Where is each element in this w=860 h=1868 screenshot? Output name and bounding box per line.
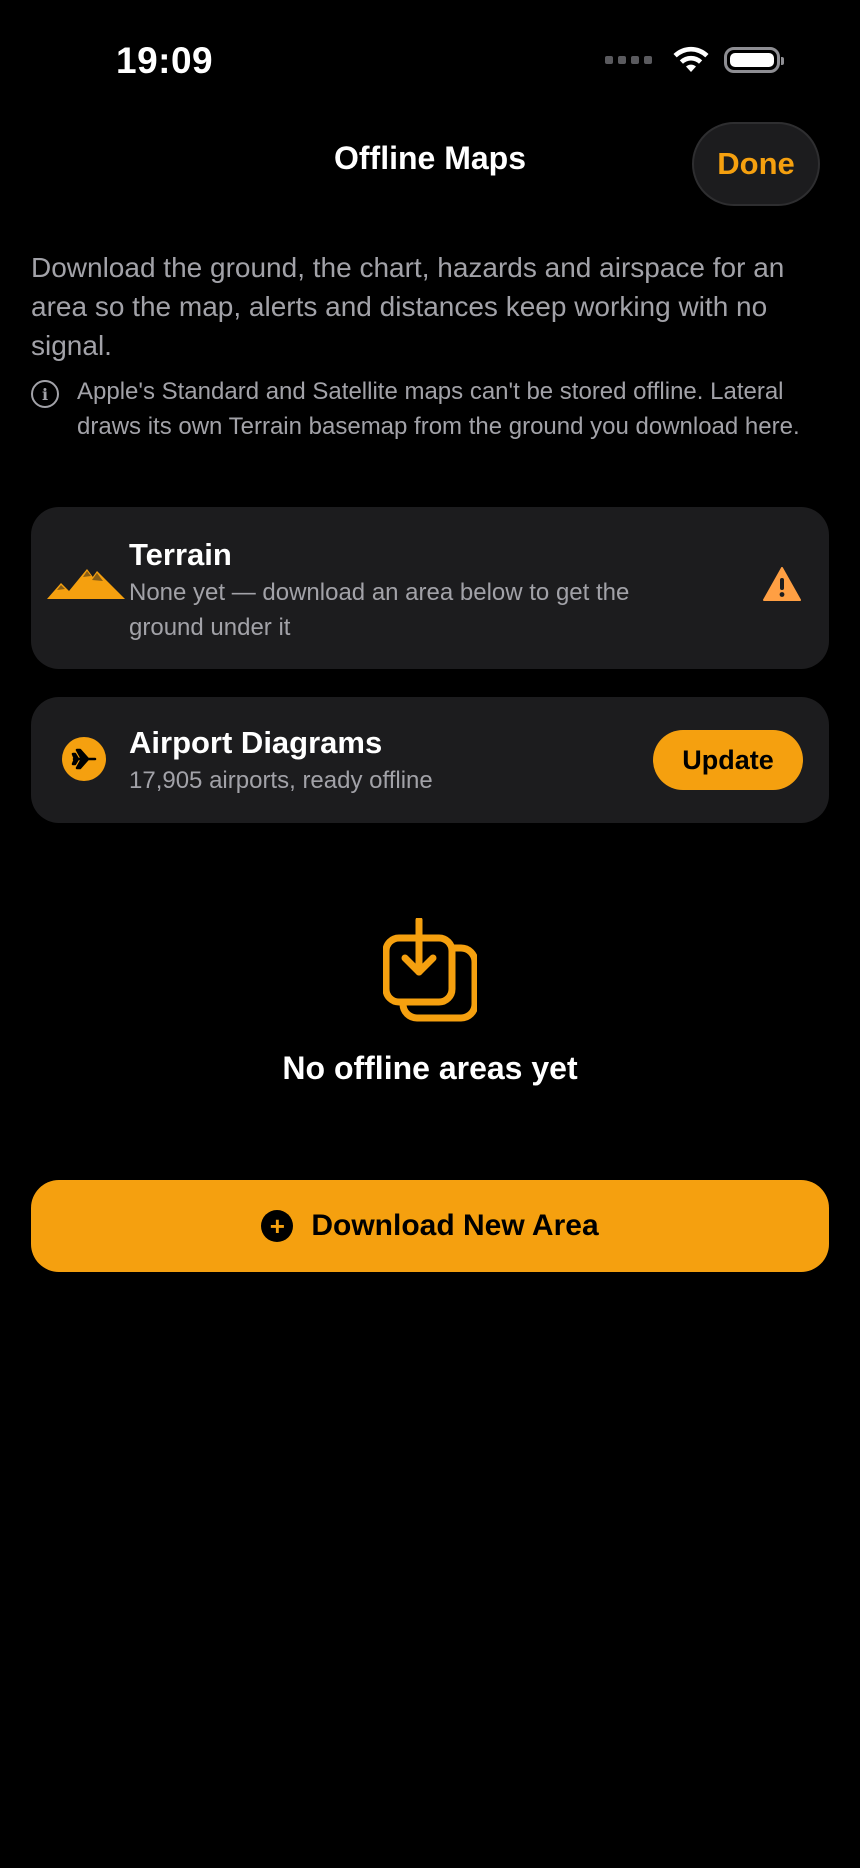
plus-circle-icon: +: [261, 1210, 294, 1242]
mountains-icon: [47, 569, 125, 599]
cellular-signal-icon: [605, 56, 652, 64]
info-note: i Apple's Standard and Satellite maps ca…: [31, 374, 831, 444]
battery-icon: [724, 47, 784, 73]
update-button[interactable]: Update: [653, 730, 803, 790]
warning-icon: [763, 567, 801, 601]
done-button[interactable]: Done: [692, 122, 820, 206]
terrain-card[interactable]: Terrain None yet — download an area belo…: [31, 507, 829, 669]
intro-description: Download the ground, the chart, hazards …: [31, 252, 785, 361]
terrain-title: Terrain: [129, 537, 232, 572]
info-text: Apple's Standard and Satellite maps can'…: [77, 378, 800, 440]
download-new-area-label: Download New Area: [311, 1209, 599, 1242]
empty-state-title: No offline areas yet: [282, 1050, 578, 1086]
status-time: 19:09: [116, 40, 214, 81]
info-icon: i: [31, 380, 59, 408]
wifi-icon: [673, 46, 709, 72]
download-stack-icon: [383, 918, 477, 1022]
airplane-icon: [62, 737, 106, 781]
airport-diagrams-subtitle: 17,905 airports, ready offline: [129, 767, 433, 794]
airport-diagrams-card: Airport Diagrams 17,905 airports, ready …: [31, 697, 829, 823]
terrain-subtitle: None yet — download an area below to get…: [129, 579, 630, 641]
download-new-area-button[interactable]: + Download New Area: [31, 1180, 829, 1272]
status-bar: 19:09: [0, 0, 860, 110]
status-icons: [605, 46, 784, 74]
airport-diagrams-title: Airport Diagrams: [129, 725, 383, 760]
